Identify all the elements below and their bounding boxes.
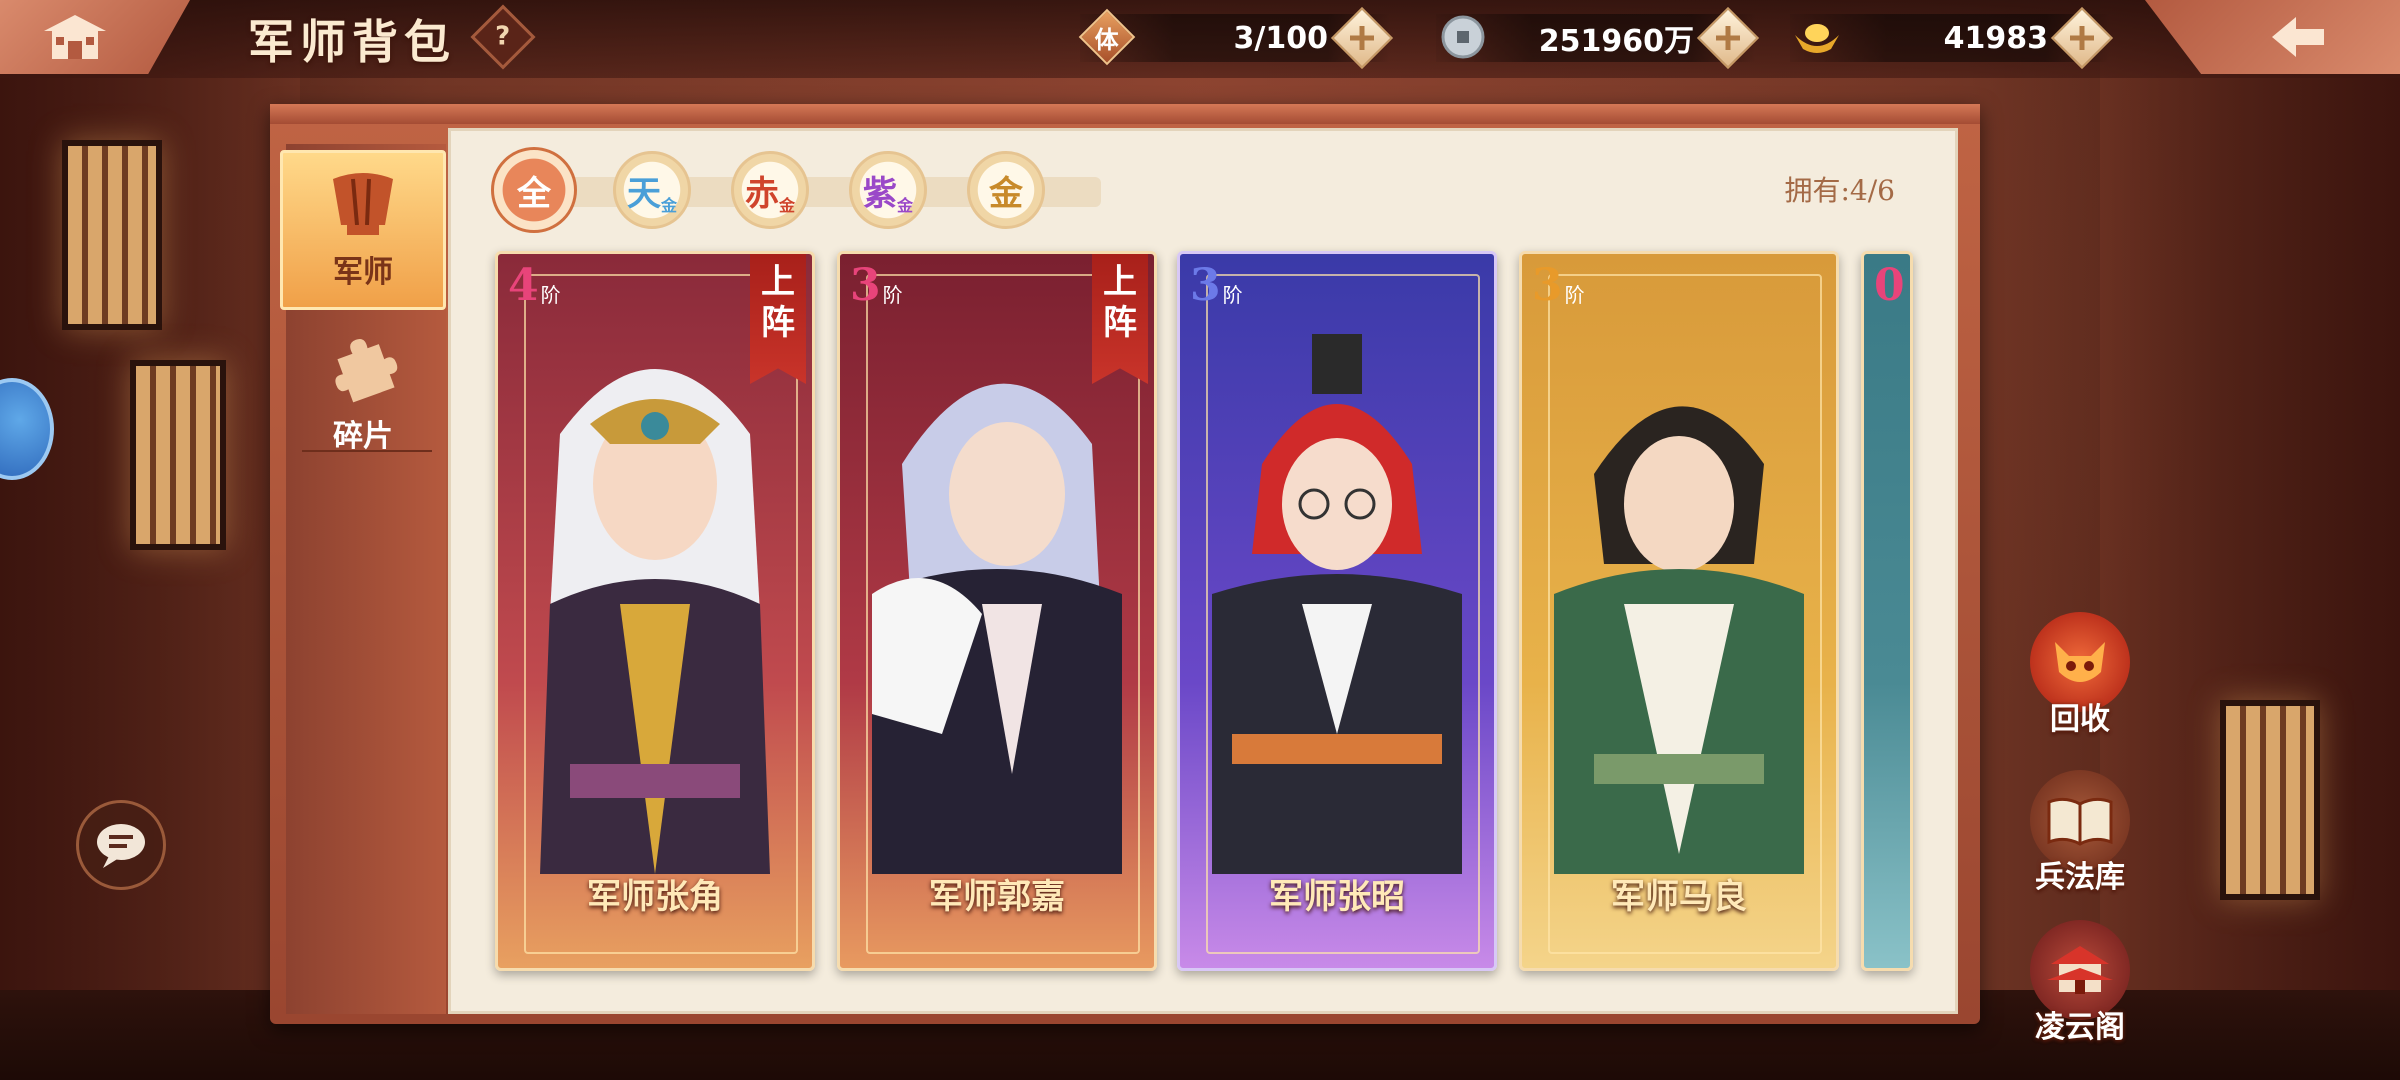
coin-resource: 251960万: [1436, 6, 1760, 70]
stamina-value: 3/100: [1233, 20, 1328, 56]
filter-all-label: 全: [517, 173, 551, 214]
stamina-resource: 体 3/100: [1078, 6, 1394, 70]
card-name: 军师张昭: [1269, 877, 1405, 917]
filter-all[interactable]: 全: [491, 147, 577, 233]
right-curtain: [2100, 0, 2400, 1080]
card-name: 军师马良: [1611, 877, 1747, 917]
tab-fragments-label: 碎片: [333, 419, 393, 454]
filter-chijin[interactable]: 赤金: [731, 151, 809, 229]
filter-chijin-sub: 金: [778, 196, 795, 215]
art-of-war-library-button[interactable]: 兵法库: [2020, 770, 2140, 896]
filter-jin-label: 金: [989, 173, 1023, 214]
card-rank: 4阶: [508, 260, 561, 311]
filter-tianjin-sub: 金: [660, 196, 677, 215]
card-rank: 0: [1874, 260, 1905, 311]
strategist-card[interactable]: 3阶 军师张昭: [1177, 251, 1497, 971]
owned-count: 拥有:4/6: [1784, 174, 1896, 207]
strategist-card[interactable]: 0: [1861, 251, 1913, 971]
add-gold-button[interactable]: [2050, 6, 2114, 70]
lingyun-pavilion-button[interactable]: 凌云阁: [2020, 920, 2140, 1046]
help-icon: ?: [495, 22, 511, 52]
card-frame: [1206, 274, 1480, 954]
filter-chijin-label: 赤: [744, 173, 779, 214]
add-stamina-button[interactable]: [1330, 6, 1394, 70]
filter-zijin-sub: 金: [896, 196, 913, 215]
back-arrow-icon: [2272, 17, 2324, 57]
filter-tianjin[interactable]: 天金: [613, 151, 691, 229]
art-of-war-library-label: 兵法库: [2035, 860, 2125, 895]
card-name: 军师郭嘉: [929, 877, 1065, 917]
strategist-hat-icon: [333, 173, 393, 235]
card-rank: 3阶: [1532, 260, 1585, 311]
strategist-card[interactable]: 3阶 军师马良: [1519, 251, 1839, 971]
gold-ingot-icon: [1790, 10, 1844, 64]
panel-top-trim: [270, 104, 1980, 124]
recycle-label: 回收: [2050, 702, 2110, 737]
card-name: 军师张角: [587, 877, 723, 917]
panel-content: 全 天金 赤金 紫金 金 拥有:4/6 4 阶 上 阵 军师张角 3 阶 上 阵…: [448, 128, 1958, 1014]
filter-tianjin-label: 天: [626, 173, 661, 214]
card-rank: 3阶: [850, 260, 903, 311]
deployed-badge: 上阵: [750, 254, 806, 384]
card-frame: [1548, 274, 1822, 954]
lingyun-pavilion-label: 凌云阁: [2035, 1010, 2125, 1045]
backpack-panel: 军师 碎片 全 天金 赤金 紫金 金 拥有:4/6 4 阶 上 阵 军师张角 3…: [270, 104, 1980, 1024]
lantern-left-bottom: [130, 360, 226, 550]
puzzle-piece-icon: [335, 338, 398, 403]
add-coin-button[interactable]: [1696, 6, 1760, 70]
card-rank: 3阶: [1190, 260, 1243, 311]
strategist-card[interactable]: 3阶 上阵 军师郭嘉: [837, 251, 1157, 971]
gold-value: 41983: [1943, 20, 2048, 56]
tab-strategist-label: 军师: [333, 255, 393, 290]
chat-button[interactable]: [76, 800, 166, 890]
coin-icon: [1436, 10, 1490, 64]
page-title: 军师背包: [248, 15, 456, 69]
filter-zijin-label: 紫: [862, 173, 897, 214]
gold-resource: 41983: [1790, 6, 2114, 70]
stamina-icon: 体: [1078, 8, 1136, 66]
lantern-left-top: [62, 140, 162, 330]
coin-value: 251960万: [1538, 24, 1694, 59]
lantern-right: [2220, 700, 2320, 900]
filter-jin[interactable]: 金: [967, 151, 1045, 229]
home-icon: [44, 15, 106, 59]
recycle-button[interactable]: 回收: [2020, 612, 2140, 738]
chat-bubble-icon: [97, 824, 145, 868]
sidebar-divider: [302, 450, 432, 452]
deployed-badge: 上阵: [1092, 254, 1148, 384]
filter-zijin[interactable]: 紫金: [849, 151, 927, 229]
tab-strategist[interactable]: 军师: [280, 150, 446, 310]
strategist-card[interactable]: 4阶 上阵 军师张角: [495, 251, 815, 971]
